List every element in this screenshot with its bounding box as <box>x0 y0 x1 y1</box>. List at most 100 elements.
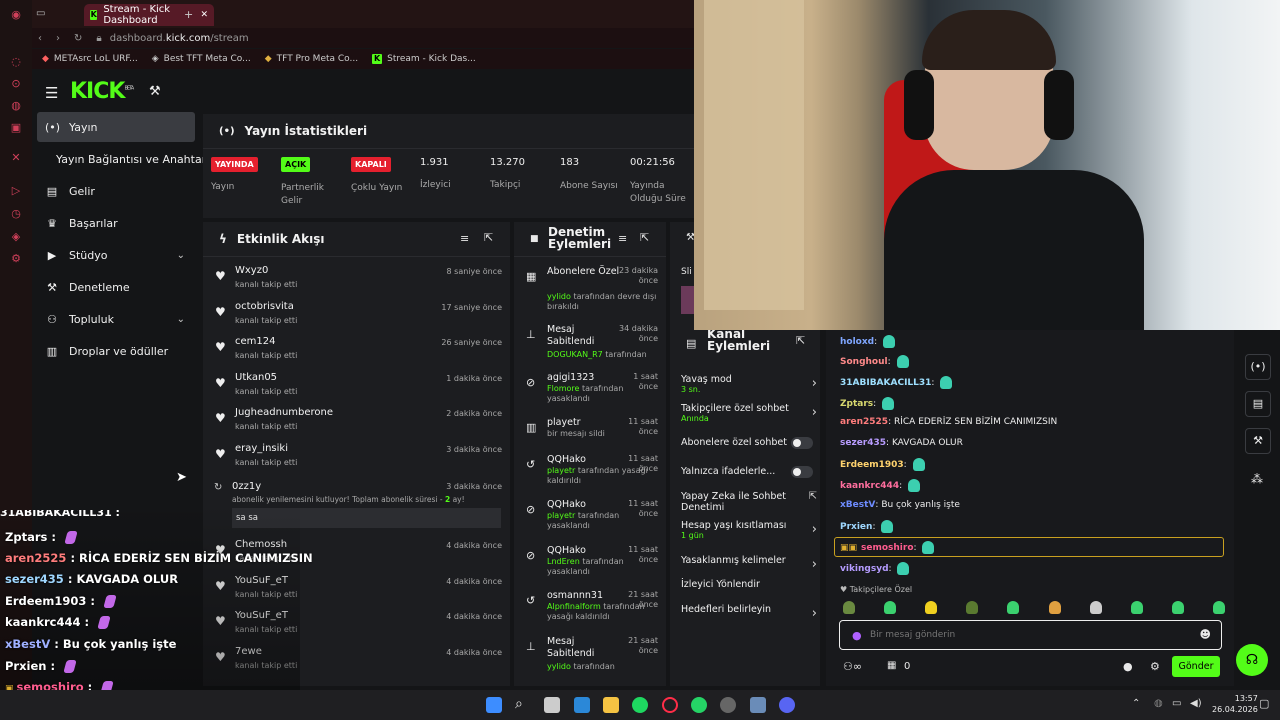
discord-icon[interactable] <box>779 697 795 713</box>
channel-action-item[interactable]: Hedefleri belirleyin › <box>681 604 817 621</box>
url-field[interactable]: dashboard.kick.com/stream <box>110 33 249 44</box>
emote-icon[interactable] <box>1048 601 1061 614</box>
menu-icon[interactable]: ☰ <box>45 84 58 102</box>
chat-username[interactable]: Songhoul <box>840 357 888 367</box>
emote-icon[interactable] <box>1089 601 1102 614</box>
chat-username[interactable]: vikingsyd <box>840 564 889 574</box>
kick-logo[interactable]: KICKBETA <box>70 79 134 104</box>
reload-icon[interactable]: ↻ <box>74 33 82 44</box>
sidebar-item-droplar[interactable]: ▥ Droplar ve ödüller <box>37 336 195 366</box>
forward-icon[interactable]: › <box>56 33 60 44</box>
bookmark-item[interactable]: K Stream - Kick Das... <box>372 54 476 64</box>
chat-username[interactable]: 31ABIBAKACILL31 <box>840 378 931 388</box>
support-headset-icon[interactable]: ☊ <box>1236 644 1268 676</box>
player-icon[interactable]: ▷ <box>9 184 23 198</box>
tray-mic-icon[interactable]: ◍ <box>1154 698 1163 709</box>
emote-icon[interactable] <box>884 601 897 614</box>
opera-logo-icon[interactable]: ◉ <box>9 8 23 22</box>
instagram-icon[interactable]: ▣ <box>9 121 23 135</box>
share-icon[interactable]: ⁂ <box>1251 472 1263 486</box>
channel-action-item[interactable]: Yalnızca ifadelerle... <box>681 466 817 478</box>
community-icon[interactable]: ⚇∞ <box>843 660 862 673</box>
back-icon[interactable]: ‹ <box>38 33 42 44</box>
sidebar-item-basarilar[interactable]: ♛ Başarılar <box>37 208 195 238</box>
whatsapp-icon[interactable]: ◍ <box>9 99 23 113</box>
sidebar-item-stream-key[interactable]: Yayın Bağlantısı ve Anahtarı <box>48 144 209 174</box>
channel-action-item[interactable]: Abonelere özel sohbet <box>681 437 817 449</box>
channel-action-item[interactable]: Hesap yaşı kısıtlaması 1 gün › <box>681 520 817 540</box>
bookmark-item[interactable]: ◆ METAsrc LoL URF... <box>42 54 138 64</box>
chat-username[interactable]: xBestV <box>840 500 875 510</box>
emote-icon[interactable] <box>843 601 855 614</box>
channel-action-item[interactable]: Yasaklanmış kelimeler › <box>681 555 817 572</box>
sidebar-item-denetleme[interactable]: ⚒ Denetleme <box>37 272 195 302</box>
emote-icon[interactable] <box>1171 601 1184 614</box>
channel-action-item[interactable]: İzleyici Yönlendir <box>681 579 817 590</box>
popout-icon[interactable]: ⇱ <box>640 231 649 244</box>
aria-icon[interactable]: ◌ <box>9 55 23 69</box>
settings-icon[interactable]: ⚙ <box>9 252 23 266</box>
tools-icon[interactable]: ⚒ <box>1245 428 1271 454</box>
toggle-switch[interactable] <box>791 437 813 449</box>
bookmark-item[interactable]: ◈ Best TFT Meta Co... <box>152 54 251 64</box>
tray-volume-icon[interactable]: ◀) <box>1190 698 1202 709</box>
chat-username[interactable]: sezer435 <box>840 438 886 448</box>
emoji-icon[interactable]: ☻ <box>1200 628 1211 641</box>
popout-icon[interactable]: ⇱ <box>796 334 805 347</box>
filter-icon[interactable]: ≡ <box>618 232 627 245</box>
chat-menu-icon[interactable]: ● <box>1123 660 1133 673</box>
steam-icon[interactable] <box>720 697 736 713</box>
chat-username[interactable]: holoxd <box>840 337 874 347</box>
emote-icon[interactable] <box>1007 601 1020 614</box>
emote-icon[interactable] <box>966 601 979 614</box>
sidebar-item-yayin[interactable]: (•) Yayın <box>37 112 195 142</box>
emote-icon[interactable] <box>1130 601 1143 614</box>
tray-chevron-icon[interactable]: ⌃ <box>1132 698 1140 709</box>
sidebar-item-topluluk[interactable]: ⚇ Topluluk ⌄ <box>37 304 195 334</box>
notification-icon[interactable]: ▢ <box>1259 697 1269 710</box>
channel-action-item[interactable]: Yapay Zeka ile Sohbet Denetimi ⇱ <box>681 491 817 513</box>
file-explorer-icon[interactable] <box>603 697 619 713</box>
tab-kick-dashboard[interactable]: K Stream - Kick Dashboard ✕ <box>84 4 214 26</box>
sidebar-item-gelir[interactable]: ▤ Gelir <box>37 176 195 206</box>
chat-username[interactable]: Zptars <box>840 399 873 409</box>
microphone-icon[interactable]: ● <box>852 629 862 642</box>
windows-start-icon[interactable] <box>486 697 502 713</box>
send-button[interactable]: Gönder <box>1172 656 1220 677</box>
opera-icon[interactable] <box>662 697 678 713</box>
emote-icon[interactable] <box>925 601 938 614</box>
emote-icon[interactable] <box>1212 601 1225 614</box>
bookmark-item[interactable]: ◆ TFT Pro Meta Co... <box>265 54 358 64</box>
popout-icon[interactable]: ⇱ <box>484 231 493 244</box>
store-icon[interactable] <box>544 697 560 713</box>
channel-action-item[interactable]: Takipçilere özel sohbet Anında › <box>681 403 817 423</box>
search-icon[interactable]: ⌕ <box>515 696 523 712</box>
new-tab-button[interactable]: + <box>184 8 193 21</box>
chat-username[interactable]: kaankrc444 <box>840 481 899 491</box>
clock[interactable]: 13:57 26.04.2026 <box>1212 693 1258 715</box>
close-tab-icon[interactable]: ✕ <box>200 10 208 20</box>
spotify-icon[interactable] <box>632 697 648 713</box>
tray-network-icon[interactable]: ▭ <box>1172 698 1181 709</box>
extensions-icon[interactable]: ◈ <box>9 230 23 244</box>
toggle-switch[interactable] <box>791 466 813 478</box>
filter-icon[interactable]: ≡ <box>460 232 469 245</box>
chat-username[interactable]: aren2525 <box>840 417 888 427</box>
app-icon[interactable] <box>750 697 766 713</box>
tab-list-icon[interactable]: ▭ <box>36 8 45 19</box>
chat-username[interactable]: Erdeem1903 <box>840 460 904 470</box>
door-panel <box>704 0 804 310</box>
history-icon[interactable]: ◷ <box>9 207 23 221</box>
layout-icon[interactable]: ▤ <box>1245 391 1271 417</box>
sidebar-item-studyo[interactable]: ▶ Stüdyo ⌄ <box>37 240 195 270</box>
whatsapp-icon[interactable] <box>691 697 707 713</box>
outlook-icon[interactable] <box>574 697 590 713</box>
channel-action-item[interactable]: Yavaş mod 3 sn. › <box>681 374 817 394</box>
messenger-icon[interactable]: ⊙ <box>9 77 23 91</box>
chat-username[interactable]: Prxien <box>840 522 872 532</box>
hammer-icon[interactable]: ⚒ <box>149 84 161 99</box>
broadcast-icon[interactable]: (•) <box>1245 354 1271 380</box>
settings-icon[interactable]: ⚙ <box>1150 660 1160 673</box>
x-twitter-icon[interactable]: ✕ <box>9 151 23 165</box>
chat-input[interactable] <box>870 627 1190 643</box>
